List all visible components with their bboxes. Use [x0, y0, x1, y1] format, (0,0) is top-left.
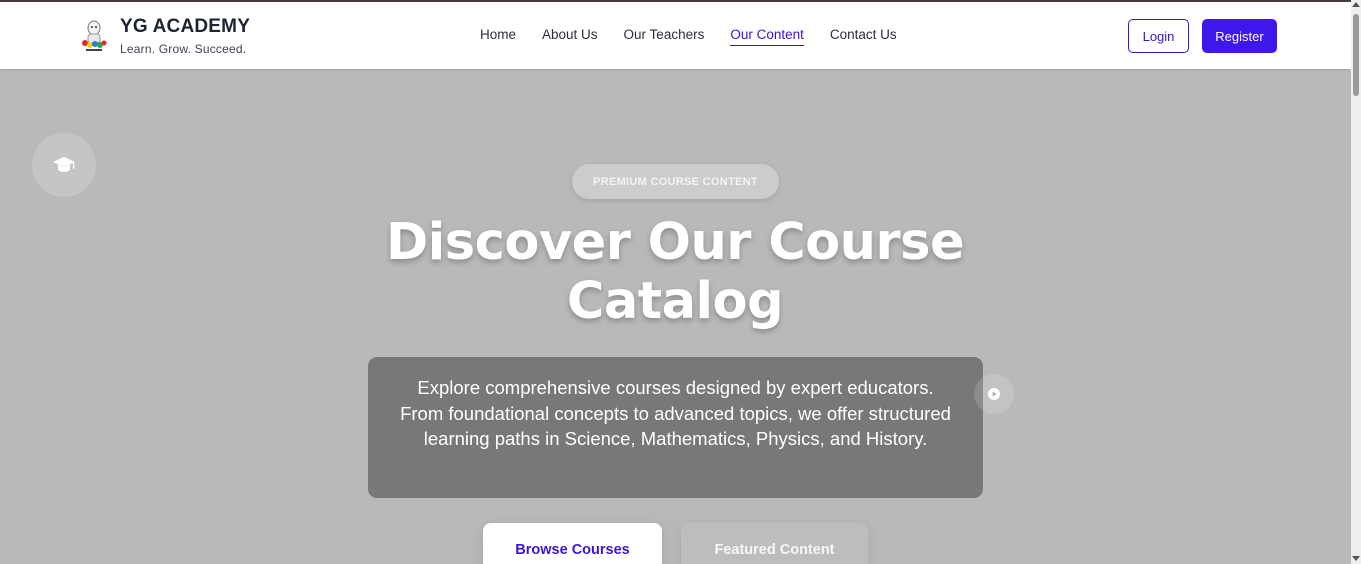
graduation-cap-icon — [32, 133, 96, 197]
scroll-down-arrow-icon[interactable] — [1352, 556, 1360, 561]
featured-content-button[interactable]: Featured Content — [681, 523, 868, 564]
nav-about-us[interactable]: About Us — [542, 27, 598, 46]
hero-title: Discover Our Course Catalog — [330, 213, 1020, 331]
nav-home[interactable]: Home — [480, 27, 516, 46]
register-button[interactable]: Register — [1202, 19, 1277, 53]
scroll-up-arrow-icon[interactable] — [1352, 2, 1360, 7]
hero-description: Explore comprehensive courses designed b… — [368, 357, 983, 498]
hero-title-line2: Catalog — [566, 272, 784, 331]
site-header: YG ACADEMY Learn. Grow. Succeed. Home Ab… — [0, 2, 1351, 69]
premium-badge: PREMIUM COURSE CONTENT — [572, 164, 779, 199]
play-icon — [974, 374, 1014, 414]
brand[interactable]: YG ACADEMY Learn. Grow. Succeed. — [78, 16, 250, 56]
brand-tagline: Learn. Grow. Succeed. — [120, 42, 247, 56]
login-button[interactable]: Login — [1128, 19, 1189, 53]
scrollbar-thumb[interactable] — [1353, 14, 1359, 96]
academy-logo-icon — [82, 20, 107, 51]
main-nav: Home About Us Our Teachers Our Content C… — [480, 27, 897, 46]
nav-our-content[interactable]: Our Content — [730, 27, 804, 46]
nav-contact-us[interactable]: Contact Us — [830, 27, 897, 46]
vertical-scrollbar[interactable] — [1351, 0, 1361, 564]
hero-title-line1: Discover Our Course — [385, 213, 965, 272]
brand-name: YG ACADEMY — [120, 16, 251, 37]
browse-courses-button[interactable]: Browse Courses — [483, 523, 662, 564]
nav-our-teachers[interactable]: Our Teachers — [624, 27, 705, 46]
